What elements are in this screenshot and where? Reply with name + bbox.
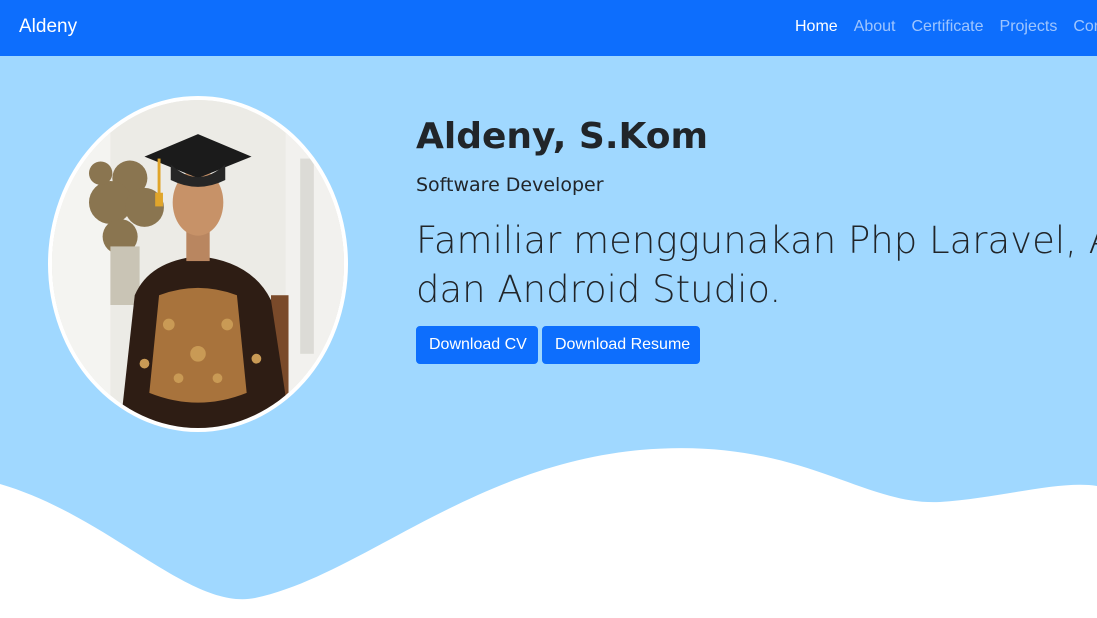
nav-link-contact[interactable]: Contact bbox=[1073, 18, 1097, 36]
nav-link-about[interactable]: About bbox=[854, 18, 896, 36]
nav-link-certificate[interactable]: Certificate bbox=[912, 18, 984, 36]
top-navbar: Aldeny Home About Certificate Projects C… bbox=[0, 0, 1097, 56]
download-cv-button[interactable]: Download CV bbox=[416, 326, 538, 364]
hero-section: Aldeny, S.Kom Software Developer Familia… bbox=[0, 56, 1097, 618]
profile-photo bbox=[48, 96, 348, 432]
profile-role: Software Developer bbox=[416, 174, 604, 196]
nav-links: Home About Certificate Projects Contact bbox=[795, 18, 1097, 36]
wave-divider bbox=[0, 448, 1097, 618]
profile-lead-line-2: dan Android Studio. bbox=[416, 268, 782, 311]
brand-link[interactable]: Aldeny bbox=[19, 16, 77, 38]
download-resume-button[interactable]: Download Resume bbox=[542, 326, 700, 364]
profile-lead: Familiar menggunakan Php Laravel, Ajax, … bbox=[416, 216, 1097, 314]
profile-photo-illustration bbox=[52, 100, 344, 428]
nav-link-home[interactable]: Home bbox=[795, 18, 838, 36]
nav-link-projects[interactable]: Projects bbox=[1000, 18, 1058, 36]
profile-name: Aldeny, S.Kom bbox=[416, 116, 709, 157]
profile-lead-line-1: Familiar menggunakan Php Laravel, Ajax, bbox=[416, 219, 1097, 262]
